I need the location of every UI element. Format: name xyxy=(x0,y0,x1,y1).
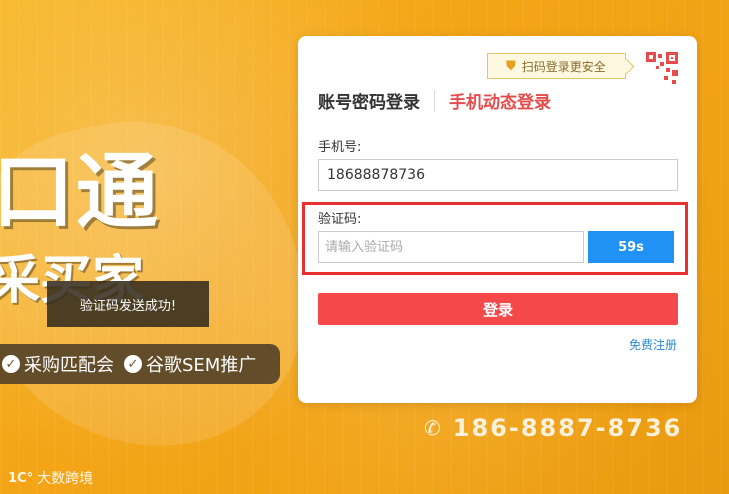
hero-title: 口通 xyxy=(0,145,161,240)
toast-notification: 验证码发送成功! xyxy=(47,281,209,327)
send-code-countdown-button[interactable]: 59s xyxy=(588,231,674,263)
tab-account-login[interactable]: 账号密码登录 xyxy=(318,88,420,113)
feature-item: ✓ 采购匹配会 xyxy=(2,351,114,377)
contact-phone-number: 186-8887-8736 xyxy=(452,414,683,442)
qr-login-hint[interactable]: ⛊ 扫码登录更安全 xyxy=(487,53,626,79)
login-button[interactable]: 登录 xyxy=(318,293,678,325)
phone-label: 手机号: xyxy=(318,140,362,155)
shield-icon: ⛊ xyxy=(506,58,516,74)
tab-divider xyxy=(434,89,435,112)
feature-label: 谷歌SEM推广 xyxy=(146,355,257,376)
phone-input[interactable] xyxy=(318,159,678,191)
logo-icon: 1C° xyxy=(8,470,34,486)
qr-hint-text: 扫码登录更安全 xyxy=(521,59,606,74)
contact-phone: ✆ 186-8887-8736 xyxy=(424,414,682,442)
feature-strip: ✓ 采购匹配会 ✓ 谷歌SEM推广 xyxy=(0,344,280,384)
phone-icon: ✆ xyxy=(424,416,443,440)
qr-code-icon[interactable] xyxy=(636,50,682,90)
toast-message: 验证码发送成功! xyxy=(79,298,177,314)
brand-logo: 1C° 大数跨境 xyxy=(8,468,93,488)
register-link[interactable]: 免费注册 xyxy=(629,336,677,353)
verification-code-input[interactable] xyxy=(318,231,584,263)
feature-label: 采购匹配会 xyxy=(24,355,114,376)
check-circle-icon: ✓ xyxy=(124,355,142,373)
logo-text: 大数跨境 xyxy=(37,471,94,487)
login-card: ⛊ 扫码登录更安全 账号密码登录 手机动态登录 手机号: 验证码: 59s 登录… xyxy=(298,36,697,403)
feature-item: ✓ 谷歌SEM推广 xyxy=(124,351,256,377)
login-tabs: 账号密码登录 手机动态登录 xyxy=(318,88,551,113)
tab-phone-login[interactable]: 手机动态登录 xyxy=(449,88,551,113)
check-circle-icon: ✓ xyxy=(2,355,20,373)
code-label: 验证码: xyxy=(318,212,362,227)
